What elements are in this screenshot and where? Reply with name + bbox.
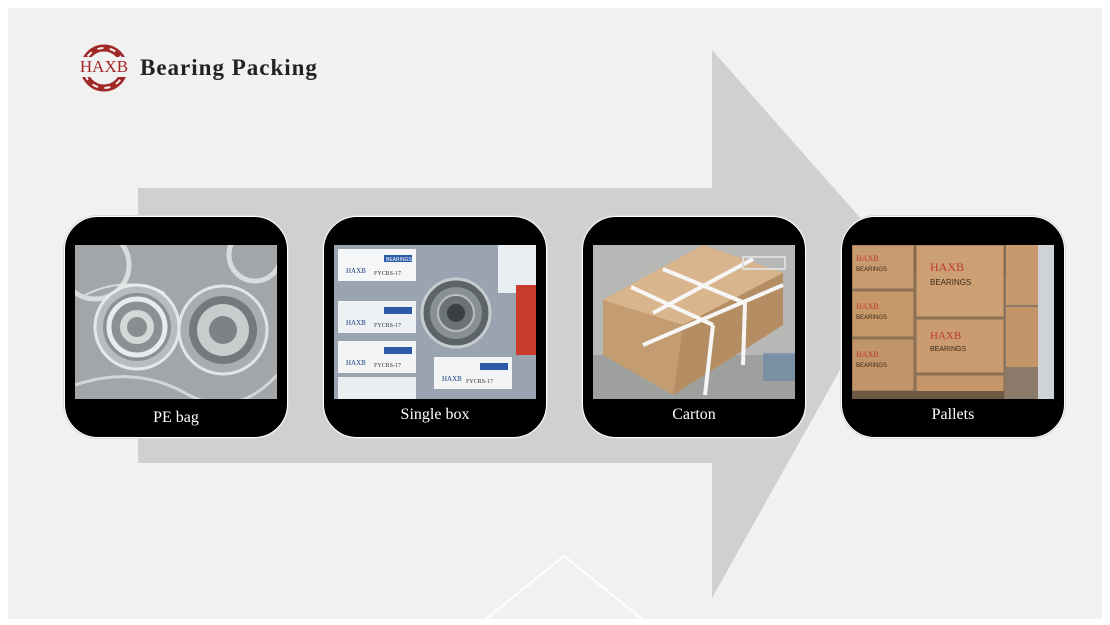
svg-text:HAXB: HAXB [442, 375, 462, 383]
step-label: Pallets [931, 406, 975, 423]
svg-text:BEARINGS: BEARINGS [856, 315, 887, 321]
pallet-box-brand: HAXB [930, 260, 964, 274]
step-card-single-box: HAXB FYCRS-17 BEARINGS HAXB FYCRS-17 HAX… [323, 216, 547, 438]
pe-bag-photo [75, 245, 277, 399]
haxb-logo: HAXB [78, 42, 130, 94]
carton-photo [593, 245, 795, 399]
page-title: Bearing Packing [140, 55, 318, 80]
step-label: Carton [672, 406, 716, 423]
step-label: PE bag [153, 409, 199, 426]
box-model-text: FYCRS-17 [374, 271, 401, 277]
step-card-pe-bag: PE bag [64, 216, 288, 438]
step-label: Single box [400, 406, 470, 423]
svg-text:HAXB: HAXB [856, 350, 879, 359]
svg-text:FYCRS-17: FYCRS-17 [374, 323, 401, 329]
pallet-box-bearings: BEARINGS [930, 278, 971, 287]
svg-text:BEARINGS: BEARINGS [930, 346, 967, 353]
svg-text:BEARINGS: BEARINGS [856, 363, 887, 369]
svg-text:HAXB: HAXB [346, 359, 366, 367]
svg-text:HAXB: HAXB [930, 330, 961, 342]
step-card-pallets: HAXB BEARINGS HAXB BEARINGS HAXB BEARING… [841, 216, 1065, 438]
svg-text:HAXB: HAXB [856, 254, 879, 263]
svg-text:BEARINGS: BEARINGS [856, 267, 887, 273]
single-box-photo: HAXB FYCRS-17 BEARINGS HAXB FYCRS-17 HAX… [334, 245, 536, 399]
svg-text:FYCRS-17: FYCRS-17 [374, 363, 401, 369]
pallets-photo: HAXB BEARINGS HAXB BEARINGS HAXB BEARING… [852, 245, 1054, 399]
box-bearings-text: BEARINGS [386, 257, 413, 263]
svg-text:FYCRS-17: FYCRS-17 [466, 379, 493, 385]
svg-text:HAXB: HAXB [856, 302, 879, 311]
step-card-carton: Carton [582, 216, 806, 438]
slide: HAXB Bearing Packing PE bag HAXB FYCRS-1… [8, 8, 1102, 619]
svg-text:HAXB: HAXB [346, 319, 366, 327]
box-brand-text: HAXB [346, 267, 366, 275]
logo-text: HAXB [78, 57, 130, 77]
header: HAXB Bearing Packing [78, 42, 318, 94]
